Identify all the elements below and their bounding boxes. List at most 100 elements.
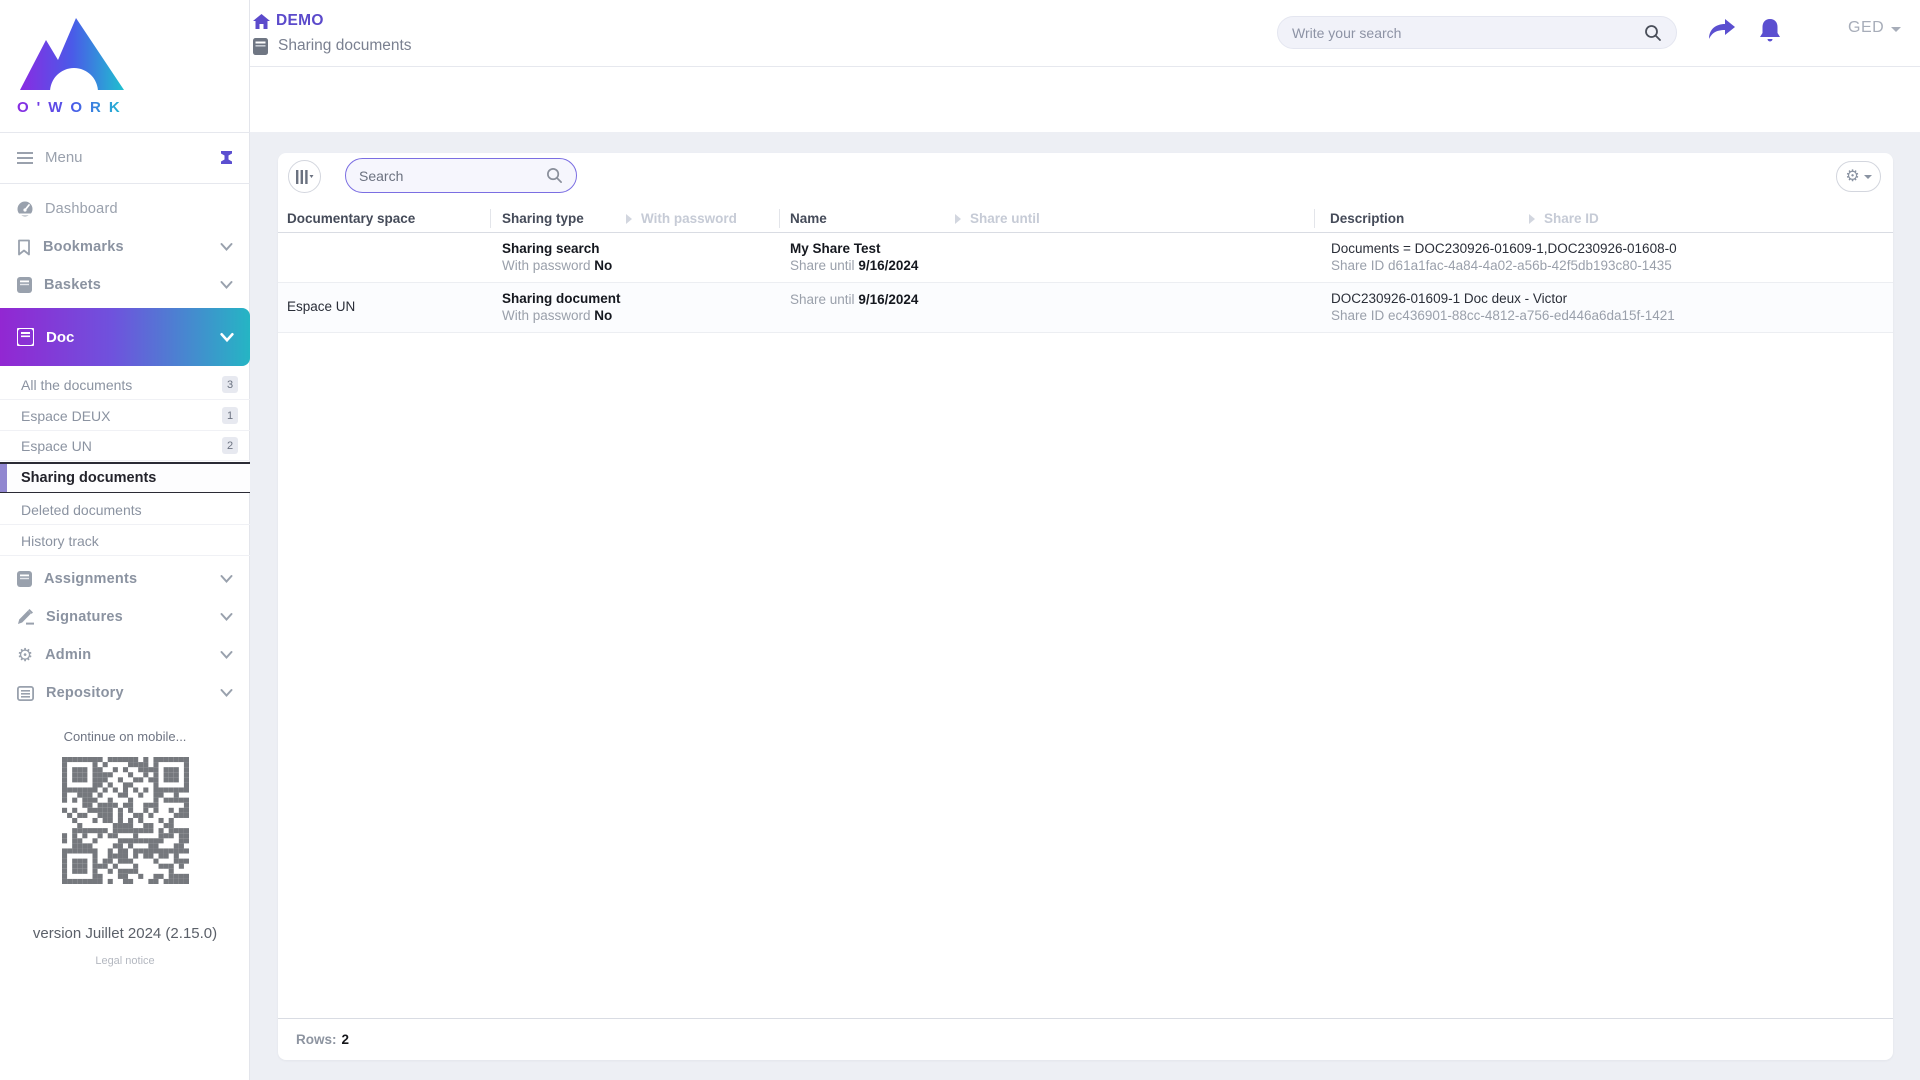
notifications-button[interactable] [1758, 18, 1788, 46]
sidebar-item-label: Assignments [44, 571, 220, 587]
col-share-id[interactable]: Share ID [1529, 211, 1599, 226]
sidebar-item-assignments[interactable]: Assignments [0, 560, 250, 598]
sidebar-item-all-documents[interactable]: All the documents 3 [0, 370, 250, 400]
book-icon [17, 277, 32, 293]
col-share-until[interactable]: Share until [955, 211, 1040, 226]
table-search [345, 158, 577, 193]
sidebar-item-label: Bookmarks [43, 239, 220, 255]
col-description[interactable]: Description [1330, 211, 1404, 226]
sidebar-item-doc[interactable]: Doc [0, 308, 250, 366]
chevron-down-icon [220, 280, 233, 290]
mobile-hint: Continue on mobile... [0, 729, 250, 744]
sub-item-label: Espace DEUX [21, 408, 222, 424]
bell-icon [1758, 18, 1788, 44]
breadcrumb-home[interactable]: DEMO [253, 12, 324, 30]
global-search [1277, 16, 1677, 49]
top-header: DEMO Sharing documents GED [250, 0, 1920, 132]
sidebar-item-dashboard[interactable]: Dashboard [0, 190, 250, 228]
gear-icon: ⚙ [1845, 169, 1859, 185]
description-cell: DOC230926-01609-1 Doc deux - Victor Shar… [1331, 290, 1675, 324]
sidebar-item-label: Signatures [46, 609, 220, 625]
col-sharing-type[interactable]: Sharing type [502, 211, 584, 226]
dashboard-icon [17, 201, 33, 217]
signature-pen-icon [17, 609, 34, 625]
sidebar-item-label: Baskets [44, 277, 220, 293]
sub-item-label: History track [21, 533, 238, 549]
global-search-input[interactable] [1292, 25, 1644, 41]
book-icon [17, 328, 34, 346]
table-search-input[interactable] [359, 168, 546, 184]
book-icon [17, 571, 32, 587]
sub-item-label: Espace UN [21, 438, 222, 454]
page-title: Sharing documents [278, 37, 412, 55]
chevron-down-icon [1891, 27, 1901, 32]
pin-icon[interactable] [220, 150, 233, 165]
description-cell: Documents = DOC230926-01609-1,DOC230926-… [1331, 240, 1677, 274]
sidebar-item-bookmarks[interactable]: Bookmarks [0, 228, 250, 266]
sidebar-item-repository[interactable]: Repository [0, 674, 250, 712]
table-row[interactable]: Sharing search With password No My Share… [278, 233, 1893, 283]
sharing-type-cell: Sharing document With password No [502, 290, 621, 324]
bookmark-icon [17, 239, 31, 256]
user-menu[interactable]: GED [1848, 19, 1901, 37]
home-icon [253, 14, 270, 29]
sidebar-divider [0, 183, 250, 184]
menu-toggle[interactable]: Menu [0, 132, 250, 183]
col-documentary-space[interactable]: Documentary space [287, 211, 415, 226]
active-indicator [0, 464, 7, 492]
table-header: Documentary space Sharing type With pass… [278, 205, 1893, 233]
table-row[interactable]: Espace UN Sharing document With password… [278, 283, 1893, 333]
column-separator [1314, 209, 1315, 228]
rows-count-value: 2 [342, 1032, 350, 1047]
sub-item-label: Sharing documents [21, 470, 238, 486]
column-selector-button[interactable] [288, 160, 321, 193]
sort-icon [1529, 214, 1535, 224]
sidebar-item-admin[interactable]: ⚙ Admin [0, 636, 250, 674]
chevron-down-icon [220, 332, 233, 342]
sharing-documents-panel: ⚙ Documentary space Sharing type With pa… [278, 153, 1893, 1060]
column-separator [779, 209, 780, 228]
sidebar: O'WORK Menu Dashboard Bookmarks Baskets [0, 0, 250, 1080]
col-name[interactable]: Name [790, 211, 827, 226]
search-icon[interactable] [1644, 24, 1662, 42]
sub-item-label: Deleted documents [21, 502, 238, 518]
chevron-down-icon [220, 688, 233, 698]
app-logo[interactable]: O'WORK [12, 8, 132, 118]
list-icon [17, 686, 34, 701]
sidebar-item-espace-deux[interactable]: Espace DEUX 1 [0, 401, 250, 431]
name-cell: Share until 9/16/2024 [790, 290, 918, 308]
table-settings-button[interactable]: ⚙ [1836, 161, 1881, 192]
menu-label: Menu [45, 149, 220, 166]
documentary-space-cell: Espace UN [287, 299, 355, 314]
col-with-password[interactable]: With password [626, 211, 737, 226]
sidebar-item-history-track[interactable]: History track [0, 526, 250, 556]
chevron-down-icon [220, 574, 233, 584]
sidebar-item-baskets[interactable]: Baskets [0, 266, 250, 304]
share-icon [1708, 18, 1738, 42]
sidebar-item-signatures[interactable]: Signatures [0, 598, 250, 636]
sidebar-item-label: Doc [46, 329, 220, 346]
column-separator [490, 209, 491, 228]
sidebar-item-label: Admin [45, 647, 220, 663]
sidebar-item-label: Dashboard [45, 201, 233, 217]
chevron-down-icon [220, 650, 233, 660]
sidebar-item-deleted-documents[interactable]: Deleted documents [0, 495, 250, 525]
sidebar-item-sharing-documents[interactable]: Sharing documents [0, 462, 250, 493]
sort-icon [955, 214, 961, 224]
share-button[interactable] [1708, 18, 1738, 46]
search-icon[interactable] [546, 167, 563, 184]
sharing-type-cell: Sharing search With password No [502, 240, 612, 274]
sidebar-item-label: Repository [46, 685, 220, 701]
book-icon [253, 38, 268, 55]
hamburger-icon [17, 152, 33, 164]
legal-notice-link[interactable]: Legal notice [0, 955, 250, 967]
sidebar-item-espace-un[interactable]: Espace UN 2 [0, 431, 250, 461]
chevron-down-icon [1864, 175, 1872, 179]
logo-text: O'WORK [17, 99, 128, 116]
count-badge: 1 [222, 407, 238, 424]
gear-icon: ⚙ [17, 646, 33, 664]
count-badge: 3 [222, 376, 238, 393]
rows-count-label: Rows: [296, 1032, 337, 1047]
sub-item-label: All the documents [21, 377, 222, 393]
count-badge: 2 [222, 437, 238, 454]
